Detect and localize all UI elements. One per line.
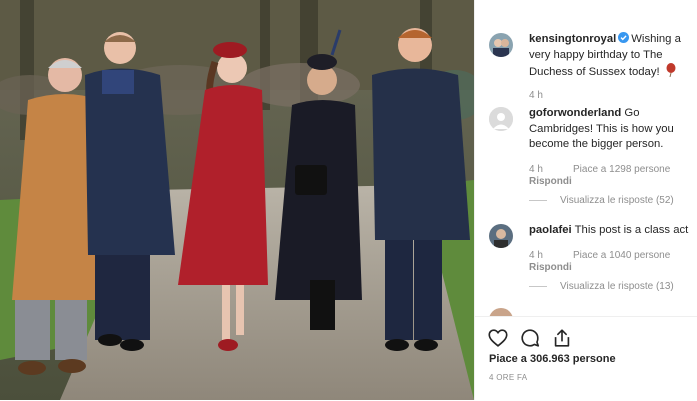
post-photo-illustration bbox=[0, 0, 474, 400]
comment-icon[interactable] bbox=[519, 327, 541, 349]
post-caption: kensingtonroyal Wishing a very happy birt… bbox=[529, 32, 694, 81]
comment-username[interactable]: goforwonderland bbox=[529, 107, 621, 119]
post-photo[interactable] bbox=[0, 0, 474, 400]
comment-text: This post is a class act bbox=[574, 224, 689, 236]
balloon-emoji-icon bbox=[666, 63, 676, 78]
comment-time: 4 h bbox=[529, 163, 543, 175]
reply-button[interactable]: Rispondi bbox=[529, 176, 694, 187]
comment-likes[interactable]: Piace a 1298 persone bbox=[573, 164, 670, 175]
reply-button[interactable]: Rispondi bbox=[529, 262, 694, 273]
commenter-avatar[interactable] bbox=[489, 308, 513, 316]
verified-badge-icon bbox=[618, 32, 630, 43]
avatar-photo-icon bbox=[489, 224, 513, 248]
share-icon[interactable] bbox=[551, 327, 573, 349]
heart-icon[interactable] bbox=[487, 327, 509, 349]
comment-text-block: paolafei This post is a class act bbox=[529, 223, 694, 239]
author-avatar[interactable] bbox=[489, 33, 513, 57]
default-avatar-icon bbox=[489, 107, 513, 131]
commenter-avatar[interactable] bbox=[489, 107, 513, 131]
comment-text-block: goforwonderland Go Cambridges! This is h… bbox=[529, 106, 694, 153]
view-replies-button[interactable]: Visualizza le risposte (13) bbox=[529, 281, 694, 292]
comment-item: goforwonderland Go Cambridges! This is h… bbox=[489, 106, 694, 206]
post-actions-bar: Piace a 306.963 persone 4 ORE FA bbox=[475, 316, 697, 401]
view-replies-label: Visualizza le risposte (52) bbox=[560, 194, 674, 206]
view-replies-button[interactable]: Visualizza le risposte (52) bbox=[529, 195, 694, 206]
author-username[interactable]: kensingtonroyal bbox=[529, 33, 616, 45]
replies-divider bbox=[529, 285, 547, 287]
comment-time: 4 h bbox=[529, 249, 543, 261]
comment-likes[interactable]: Piace a 1040 persone bbox=[573, 250, 670, 261]
post-details-panel: kensingtonroyal Wishing a very happy birt… bbox=[474, 0, 697, 400]
comment-username[interactable]: paolafei bbox=[529, 224, 572, 236]
replies-divider bbox=[529, 199, 547, 201]
post-timestamp: 4 ORE FA bbox=[489, 373, 528, 382]
avatar-photo-icon bbox=[489, 33, 513, 57]
view-replies-label: Visualizza le risposte (13) bbox=[560, 280, 674, 292]
post-time: 4 h bbox=[529, 90, 543, 101]
commenter-avatar[interactable] bbox=[489, 224, 513, 248]
comments-scroll-area[interactable]: kensingtonroyal Wishing a very happy birt… bbox=[475, 0, 697, 316]
likes-count[interactable]: Piace a 306.963 persone bbox=[489, 353, 616, 365]
comment-meta: 4 h Piace a 1040 persone bbox=[529, 249, 694, 262]
comment-item: paolafei This post is a class act 4 h Pia… bbox=[489, 223, 694, 303]
comment-meta: 4 h Piace a 1298 persone bbox=[529, 163, 694, 176]
